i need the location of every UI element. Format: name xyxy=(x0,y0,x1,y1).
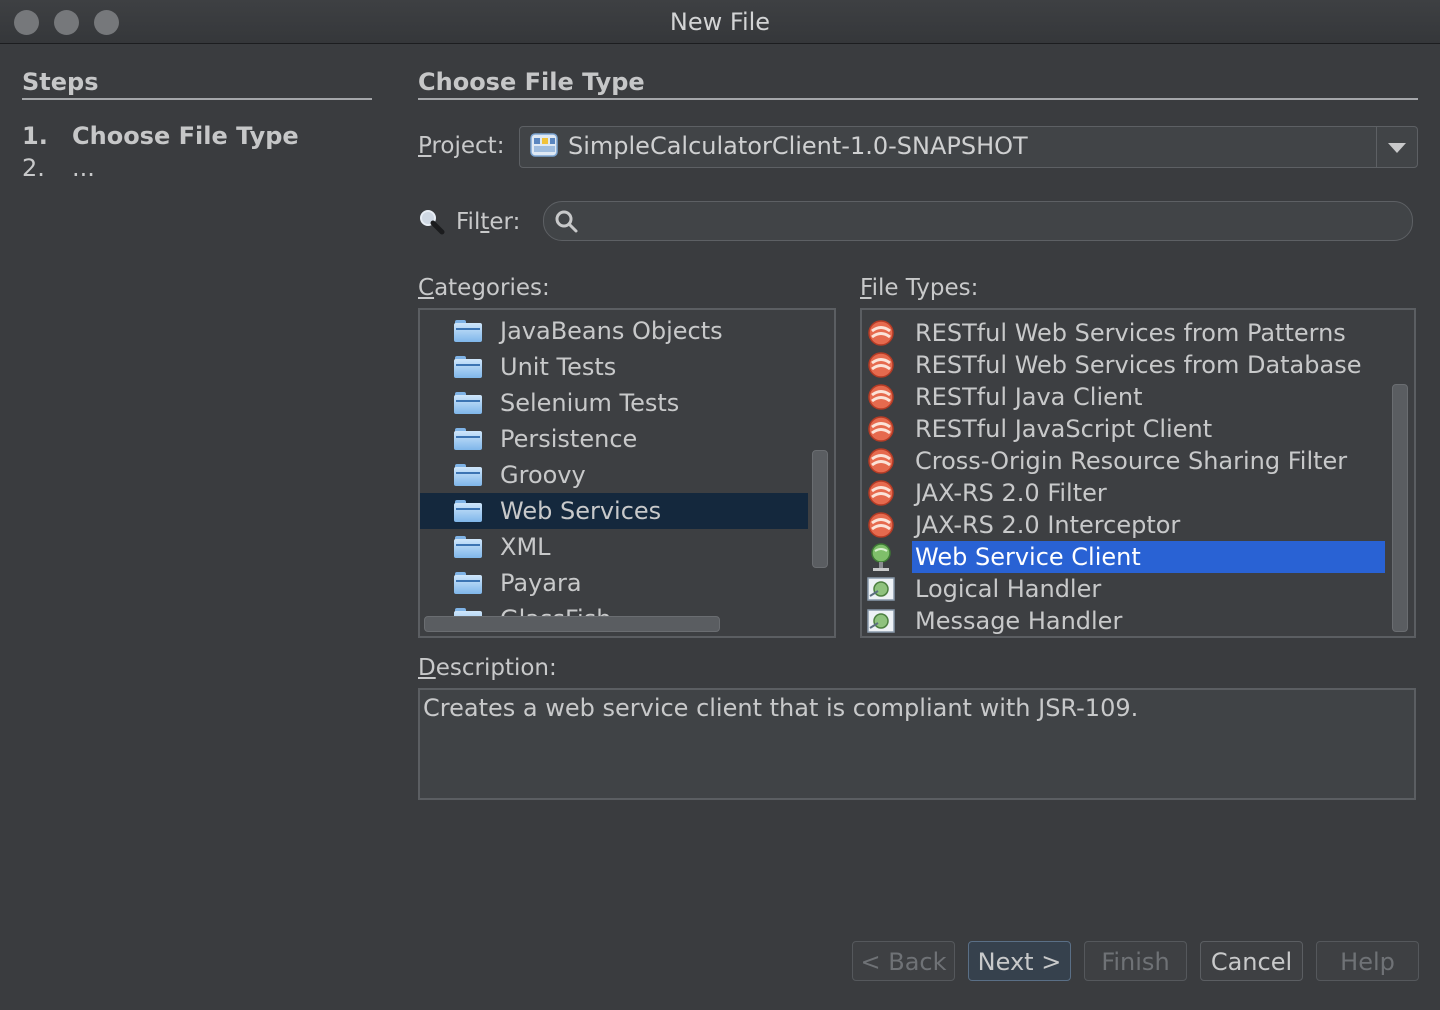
project-select[interactable]: SimpleCalculatorClient-1.0-SNAPSHOT xyxy=(519,126,1418,168)
file-type-item-selected[interactable]: Web Service Client xyxy=(866,541,1385,573)
file-type-label: RESTful Web Services from Database xyxy=(915,351,1362,379)
description-text: Creates a web service client that is com… xyxy=(423,694,1139,722)
folder-icon xyxy=(454,392,482,414)
category-item[interactable]: JavaBeans Objects xyxy=(420,313,808,349)
restful-icon xyxy=(866,318,896,348)
project-dropdown-divider xyxy=(1376,127,1377,167)
title-divider xyxy=(418,98,1418,100)
web-service-client-icon xyxy=(866,542,896,572)
project-value: SimpleCalculatorClient-1.0-SNAPSHOT xyxy=(568,132,1028,160)
folder-icon xyxy=(454,464,482,486)
chevron-down-icon[interactable] xyxy=(1388,143,1406,153)
next-button[interactable]: Next > xyxy=(968,941,1071,981)
folder-icon xyxy=(454,500,482,522)
category-label: JavaBeans Objects xyxy=(500,317,723,345)
category-label: Selenium Tests xyxy=(500,389,680,417)
file-types-label: File Types: xyxy=(860,275,979,301)
categories-vertical-scrollbar[interactable] xyxy=(812,450,828,568)
file-type-label: Cross-Origin Resource Sharing Filter xyxy=(915,447,1348,475)
handler-icon xyxy=(866,606,896,636)
folder-icon xyxy=(454,356,482,378)
description-box: Creates a web service client that is com… xyxy=(418,688,1416,800)
file-type-item[interactable]: JAX-RS 2.0 Interceptor xyxy=(866,509,1183,541)
category-label: Persistence xyxy=(500,425,638,453)
file-type-label: JAX-RS 2.0 Filter xyxy=(915,479,1107,507)
page-title: Choose File Type xyxy=(418,68,645,96)
restful-icon xyxy=(866,414,896,444)
folder-icon xyxy=(454,428,482,450)
folder-icon xyxy=(454,536,482,558)
file-type-label: Logical Handler xyxy=(915,575,1102,603)
search-icon xyxy=(555,210,578,233)
category-label: Payara xyxy=(500,569,582,597)
folder-icon xyxy=(454,572,482,594)
category-item[interactable]: Unit Tests xyxy=(420,349,808,385)
back-button[interactable]: < Back xyxy=(852,941,955,981)
category-label: Unit Tests xyxy=(500,353,617,381)
filter-input[interactable] xyxy=(543,201,1413,241)
categories-label: Categories: xyxy=(418,275,550,301)
cancel-button[interactable]: Cancel xyxy=(1200,941,1303,981)
category-item[interactable]: Groovy xyxy=(420,457,808,493)
file-type-label: RESTful Web Services from Patterns xyxy=(915,319,1346,347)
file-type-label: JAX-RS 2.0 Interceptor xyxy=(915,511,1181,539)
categories-horizontal-scrollbar[interactable] xyxy=(424,616,720,632)
file-type-item[interactable]: Logical Handler xyxy=(866,573,1104,605)
file-type-item[interactable]: JAX-RS 2.0 Filter xyxy=(866,477,1110,509)
step-2-number: 2. xyxy=(22,154,45,182)
restful-icon xyxy=(866,478,896,508)
file-type-item[interactable]: RESTful Web Services from Database xyxy=(866,349,1364,381)
restful-icon xyxy=(866,350,896,380)
help-button[interactable]: Help xyxy=(1316,941,1419,981)
restful-icon xyxy=(866,382,896,412)
step-1-number: 1. xyxy=(22,122,48,150)
file-type-label: Web Service Client xyxy=(912,541,1385,573)
file-type-item[interactable]: Message Handler xyxy=(866,605,1125,636)
category-item-selected[interactable]: Web Services xyxy=(420,493,808,529)
category-item[interactable]: XML xyxy=(420,529,808,565)
file-type-label: RESTful JavaScript Client xyxy=(915,415,1213,443)
title-bar: New File xyxy=(0,0,1440,44)
project-label: Project: xyxy=(418,133,505,159)
file-type-item[interactable]: RESTful JavaScript Client xyxy=(866,413,1215,445)
file-type-item[interactable]: RESTful Web Services from Patterns xyxy=(866,317,1349,349)
folder-icon xyxy=(454,320,482,342)
steps-divider xyxy=(22,98,372,100)
finish-button[interactable]: Finish xyxy=(1084,941,1187,981)
restful-icon xyxy=(866,510,896,540)
restful-icon xyxy=(866,446,896,476)
step-1-label: Choose File Type xyxy=(72,122,299,150)
category-label: XML xyxy=(500,533,551,561)
file-types-list[interactable]: RESTful Web Services from Patterns RESTfu… xyxy=(860,308,1416,638)
handler-icon xyxy=(866,574,896,604)
categories-list[interactable]: JavaBeans Objects Unit Tests Selenium Test… xyxy=(418,308,836,638)
steps-heading: Steps xyxy=(22,68,99,96)
magnifier-icon xyxy=(420,210,445,235)
category-label: Groovy xyxy=(500,461,586,489)
description-label: Description: xyxy=(418,655,557,681)
category-item[interactable]: Payara xyxy=(420,565,808,601)
file-type-item[interactable]: RESTful Java Client xyxy=(866,381,1146,413)
category-item[interactable]: Persistence xyxy=(420,421,808,457)
file-type-item[interactable]: Cross-Origin Resource Sharing Filter xyxy=(866,445,1350,477)
file-types-vertical-scrollbar[interactable] xyxy=(1392,384,1408,632)
file-type-label: RESTful Java Client xyxy=(915,383,1143,411)
window-title: New File xyxy=(669,8,771,36)
step-2-label: ... xyxy=(72,154,95,182)
project-icon xyxy=(530,133,558,157)
filter-label: Filter: xyxy=(456,209,521,235)
category-label: Web Services xyxy=(500,497,662,525)
file-type-label: Message Handler xyxy=(915,607,1123,635)
category-item[interactable]: Selenium Tests xyxy=(420,385,808,421)
